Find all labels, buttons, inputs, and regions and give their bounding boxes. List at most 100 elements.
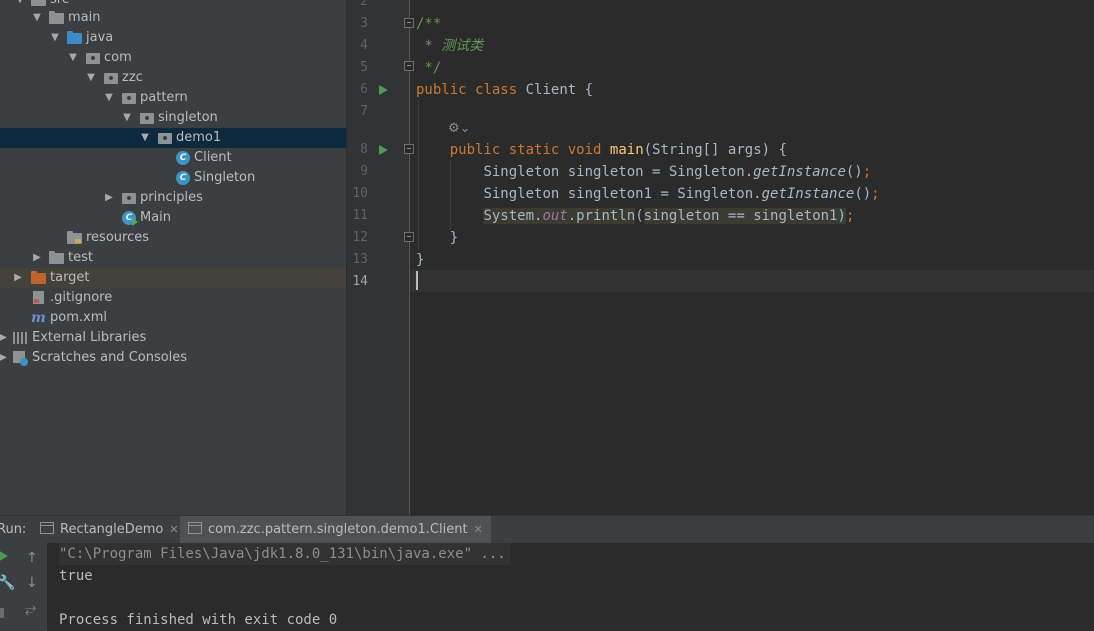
code-token: static: [508, 142, 560, 158]
tree-item-principles[interactable]: ▶ principles: [0, 188, 346, 208]
close-icon[interactable]: ✕: [474, 523, 483, 536]
tree-item-label: main: [68, 10, 101, 25]
line-number: 6: [360, 82, 368, 97]
run-class-icon[interactable]: [379, 85, 388, 95]
tree-item-java[interactable]: ▼ java: [0, 28, 346, 48]
chevron-down-icon[interactable]: ▼: [103, 88, 115, 108]
code-line-4[interactable]: * 测试类: [416, 35, 483, 57]
fold-marker-icon[interactable]: [404, 61, 414, 71]
tree-item-singleton[interactable]: ▼ singleton: [0, 108, 346, 128]
tree-item-label: Client: [194, 150, 232, 165]
console-line: true: [59, 568, 93, 584]
run-main-icon[interactable]: [379, 145, 388, 155]
tree-item-gitignore[interactable]: .gitignore: [0, 288, 346, 308]
chevron-right-icon[interactable]: ▶: [103, 188, 115, 208]
tree-item-target[interactable]: ▶ target: [0, 268, 346, 288]
line-number: 3: [360, 16, 368, 31]
chevron-down-icon[interactable]: ▼: [139, 128, 151, 148]
scratches-icon: [13, 351, 29, 366]
run-tab-rectangledemo[interactable]: RectangleDemo ✕: [32, 516, 187, 543]
tree-item-scratches[interactable]: ▶ Scratches and Consoles: [0, 348, 346, 368]
code-token: }: [416, 252, 425, 268]
tree-item-zzc[interactable]: ▼ zzc: [0, 68, 346, 88]
fold-marker-icon[interactable]: [404, 232, 414, 242]
chevron-down-icon[interactable]: ▼: [85, 68, 97, 88]
arrow-down-icon[interactable]: ↓: [26, 576, 38, 590]
code-token: getInstance: [753, 164, 846, 180]
tree-item-main[interactable]: ▼ main: [0, 8, 346, 28]
code-line-13[interactable]: }: [416, 249, 424, 271]
run-tab-client[interactable]: com.zzc.pattern.singleton.demo1.Client ✕: [180, 516, 491, 543]
tree-item-resources[interactable]: resources: [0, 228, 346, 248]
tree-item-demo1[interactable]: ▼ demo1: [0, 128, 346, 148]
text-caret: [416, 271, 418, 290]
tree-item-label: Singleton: [194, 170, 256, 185]
chevron-right-icon[interactable]: ▶: [12, 268, 24, 288]
gear-icon[interactable]: ⚙⌄: [448, 121, 471, 137]
excluded-folder-icon: [31, 271, 47, 285]
tree-item-com[interactable]: ▼ com: [0, 48, 346, 68]
class-icon: C: [176, 151, 192, 165]
chevron-down-icon[interactable]: ▼: [121, 108, 133, 128]
tree-item-pom[interactable]: m pom.xml: [0, 308, 346, 328]
tree-item-client[interactable]: C Client: [0, 148, 346, 168]
fold-marker-icon[interactable]: [404, 18, 414, 28]
chevron-down-icon[interactable]: ▼: [67, 48, 79, 68]
tree-item-label: demo1: [176, 130, 222, 145]
tree-item-external-libraries[interactable]: ▶ External Libraries: [0, 328, 346, 348]
tree-item-label: singleton: [158, 110, 218, 125]
tree-item-label: principles: [140, 190, 203, 205]
code-token: *: [416, 38, 442, 54]
code-line-8[interactable]: public static void main(String[] args) {: [416, 139, 787, 161]
terminal-icon: [188, 522, 202, 534]
chevron-right-icon[interactable]: ▶: [0, 328, 9, 348]
tree-item-label: com: [104, 50, 132, 65]
tree-item-main-class[interactable]: C Main: [0, 208, 346, 228]
tree-item-label: External Libraries: [32, 330, 147, 345]
code-token: getInstance: [761, 186, 855, 202]
soft-wrap-icon[interactable]: ⥂: [25, 602, 36, 616]
code-token: .println: [567, 208, 636, 224]
arrow-up-icon[interactable]: ↑: [26, 551, 38, 565]
code-line-3[interactable]: /**: [416, 13, 441, 35]
code-token: void: [567, 142, 602, 158]
tree-item-label: target: [50, 270, 90, 285]
chevron-down-icon[interactable]: ▼: [31, 8, 43, 28]
line-number: 5: [360, 60, 368, 75]
main-class-icon: C: [122, 211, 138, 226]
code-token: 测试类: [441, 38, 484, 54]
line-number: 10: [352, 186, 368, 201]
tree-item-pattern[interactable]: ▼ pattern: [0, 88, 346, 108]
chevron-down-icon[interactable]: ▼: [49, 28, 61, 48]
code-line-12[interactable]: }: [416, 227, 458, 249]
wrench-icon[interactable]: 🔧: [0, 576, 15, 590]
code-token: singleton == singleton1: [643, 208, 838, 224]
run-tab-bar: Run: RectangleDemo ✕ com.zzc.pattern.sing…: [0, 515, 1094, 543]
chevron-right-icon[interactable]: ▶: [31, 248, 43, 268]
rerun-icon[interactable]: [0, 550, 8, 562]
code-token: */: [416, 60, 442, 76]
code-line-5[interactable]: */: [416, 57, 441, 79]
libraries-icon: [13, 331, 29, 345]
chevron-right-icon[interactable]: ▶: [0, 348, 9, 368]
code-line-10[interactable]: Singleton singleton1 = Singleton.getInst…: [416, 183, 879, 205]
line-number: 11: [352, 208, 368, 223]
tree-item-label: test: [68, 250, 93, 265]
code-line-11[interactable]: System.out.println(singleton == singleto…: [416, 205, 854, 227]
code-line-9[interactable]: Singleton singleton = Singleton.getInsta…: [416, 161, 871, 183]
code-line-6[interactable]: public class Client {: [416, 79, 593, 101]
stop-icon[interactable]: [0, 608, 4, 618]
tree-item-test[interactable]: ▶ test: [0, 248, 346, 268]
folder-icon: [49, 11, 65, 25]
package-icon: [104, 71, 120, 85]
close-icon[interactable]: ✕: [169, 523, 178, 536]
line-number: 12: [352, 230, 368, 245]
run-label: Run:: [0, 522, 27, 537]
tree-item-singleton-class[interactable]: C Singleton: [0, 168, 346, 188]
tree-item-label: Scratches and Consoles: [32, 350, 188, 365]
run-toolbar: ↑ 🔧 ↓ ⥂: [0, 543, 47, 631]
fold-marker-icon[interactable]: [404, 144, 414, 154]
package-icon: [86, 51, 102, 65]
folder-icon: [31, 0, 47, 7]
code-token: Client: [525, 82, 577, 98]
